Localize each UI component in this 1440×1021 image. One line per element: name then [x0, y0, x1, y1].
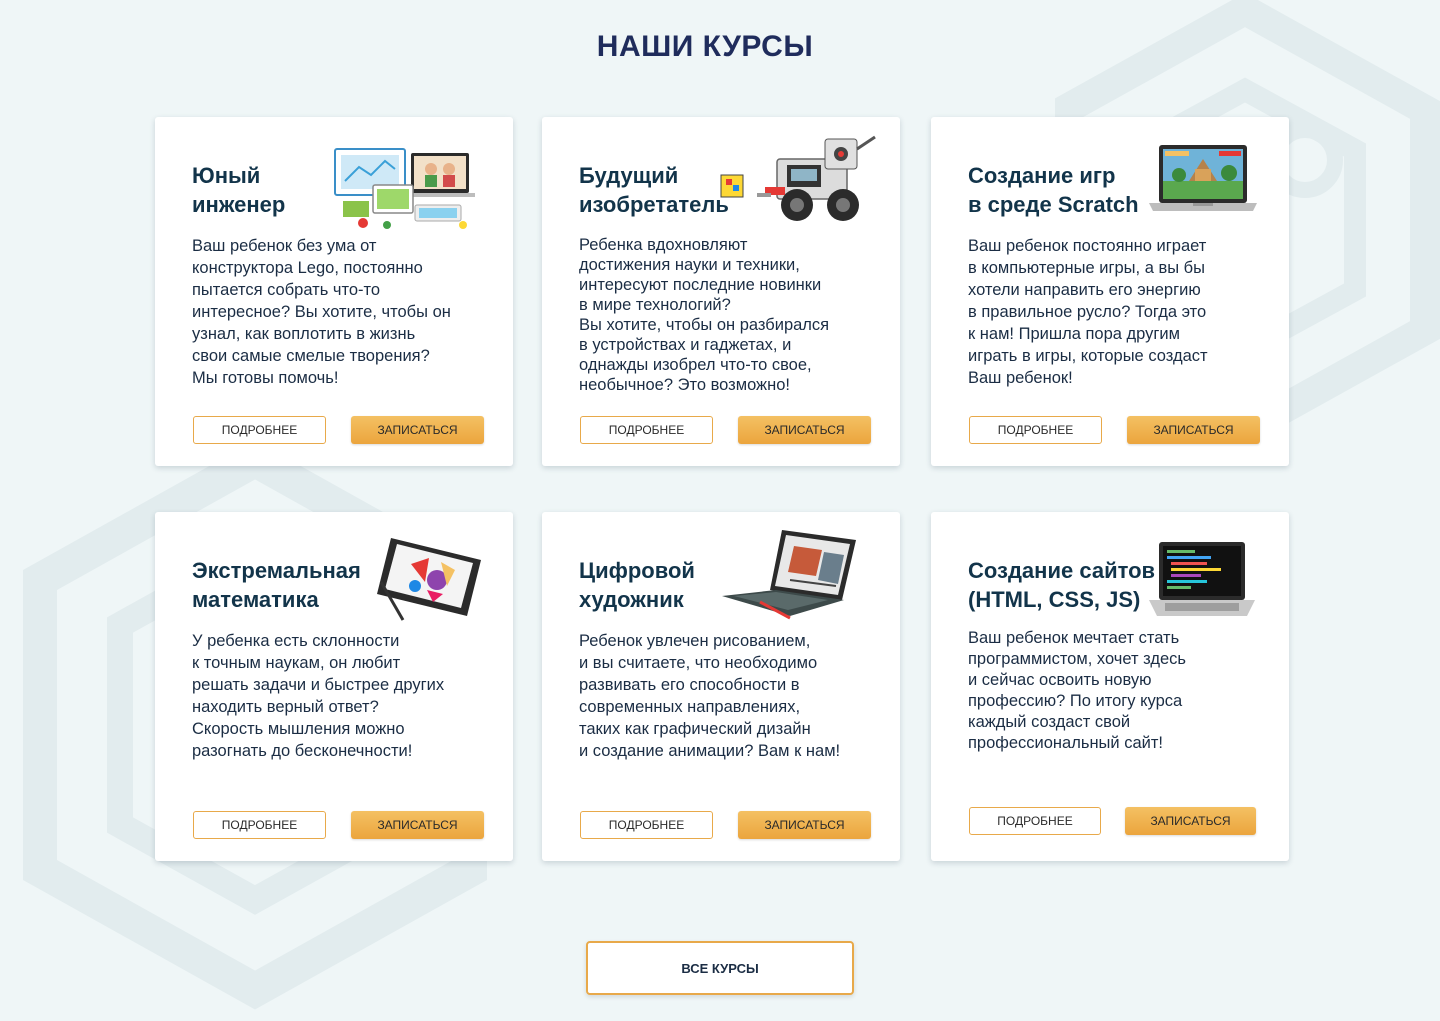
more-button[interactable]: ПОДРОБНЕЕ — [193, 811, 326, 839]
section-title: НАШИ КУРСЫ — [596, 30, 814, 63]
laptop-game-icon — [1149, 145, 1257, 211]
more-button[interactable]: ПОДРОБНЕЕ — [193, 416, 326, 444]
course-description: Ваш ребенок постоянно играет в компьютер… — [968, 237, 1208, 387]
lego-kit-icon — [334, 148, 475, 229]
course-card: Цифровой художник Ребенок увлечен рисова… — [542, 512, 900, 861]
course-card: Создание игр в среде Scratch Ваш ребенок… — [931, 117, 1289, 466]
course-card: Создание сайтов (HTML, CSS, JS) Ваш ребе… — [931, 512, 1289, 861]
signup-button[interactable]: ЗАПИСАТЬСЯ — [351, 811, 484, 839]
course-title: Экстремальная математика — [192, 558, 361, 612]
more-button[interactable]: ПОДРОБНЕЕ — [969, 807, 1101, 835]
more-button[interactable]: ПОДРОБНЕЕ — [969, 416, 1102, 444]
signup-button[interactable]: ЗАПИСАТЬСЯ — [1127, 416, 1260, 444]
course-description: Ребенок увлечен рисованием, и вы считает… — [579, 632, 841, 760]
signup-button[interactable]: ЗАПИСАТЬСЯ — [351, 416, 484, 444]
course-description: У ребенка есть склонности к точным наука… — [192, 632, 445, 760]
course-description: Ваш ребенок без ума от конструктора Lego… — [192, 237, 451, 387]
all-courses-button[interactable]: ВСЕ КУРСЫ — [586, 941, 854, 995]
drawing-laptop-icon — [722, 530, 856, 620]
more-button[interactable]: ПОДРОБНЕЕ — [580, 416, 713, 444]
course-card: Экстремальная математика У ребенка есть … — [155, 512, 513, 861]
robot-icon — [720, 135, 876, 221]
course-card: Будущий изобретатель Ребенка вдохновляют… — [542, 117, 900, 466]
signup-button[interactable]: ЗАПИСАТЬСЯ — [738, 416, 871, 444]
more-button[interactable]: ПОДРОБНЕЕ — [580, 811, 713, 839]
code-laptop-icon — [1149, 542, 1255, 616]
signup-button[interactable]: ЗАПИСАТЬСЯ — [738, 811, 871, 839]
course-card: Юный инженер Ваш ребенок без ума от конс… — [155, 117, 513, 466]
course-description: Ваш ребенок мечтает стать программистом,… — [968, 629, 1186, 752]
course-description: Ребенка вдохновляют достижения науки и т… — [579, 236, 830, 394]
signup-button[interactable]: ЗАПИСАТЬСЯ — [1125, 807, 1256, 835]
graphics-tablet-icon — [377, 538, 481, 621]
